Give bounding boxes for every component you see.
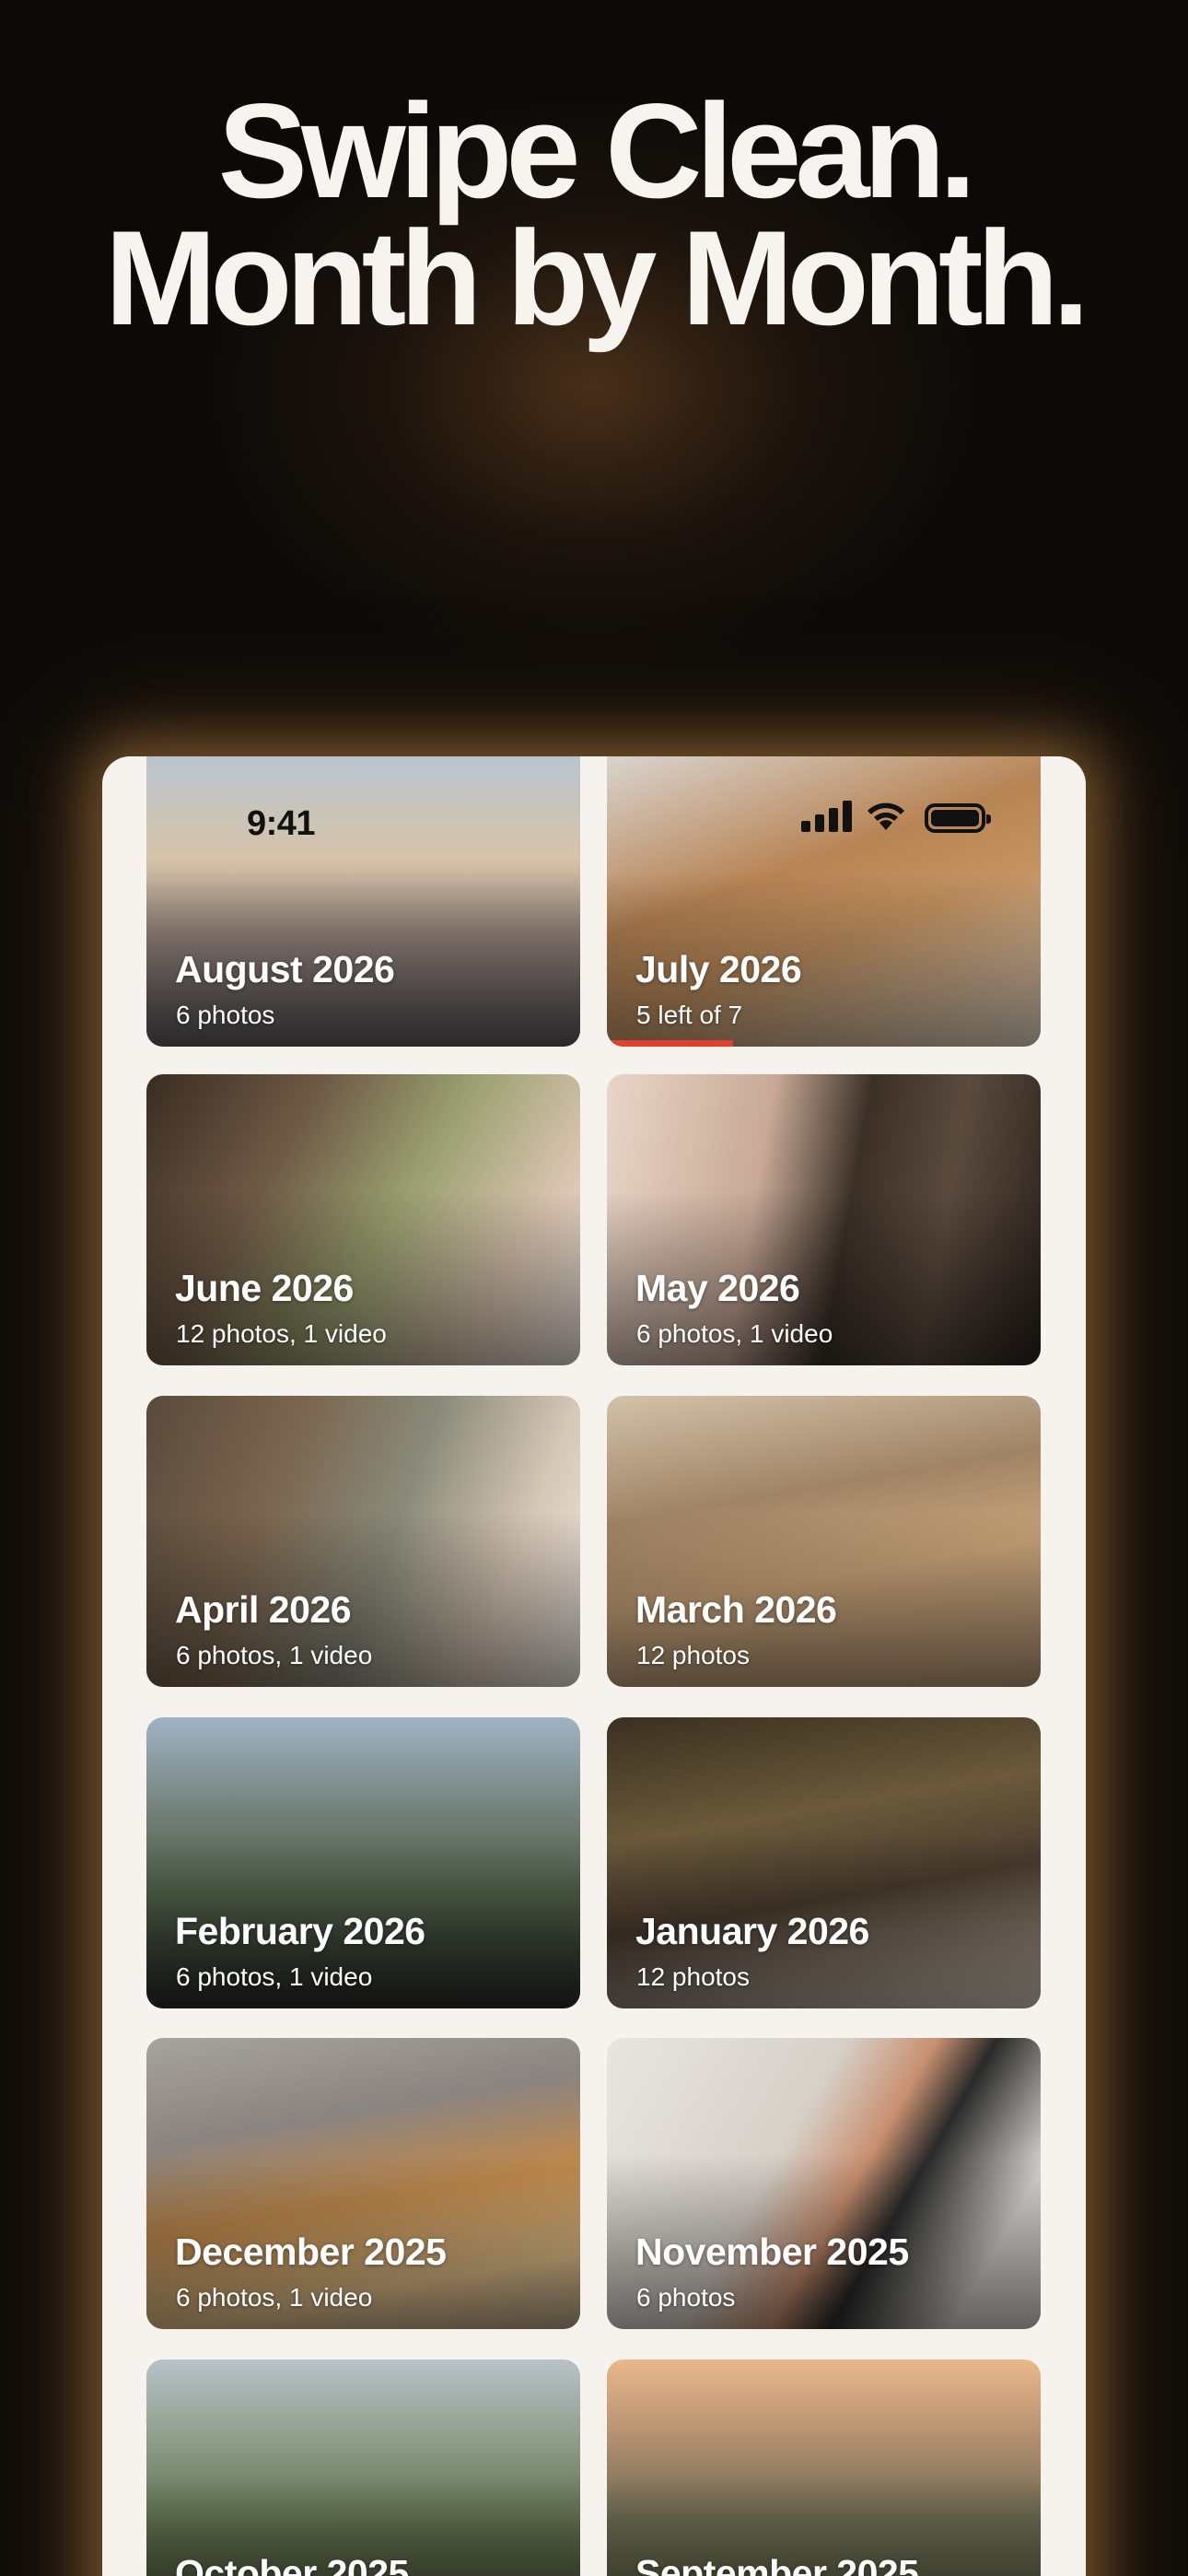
review-progress-bar [607,1040,733,1047]
month-card-july-2026[interactable]: July 2026 5 left of 7 [607,756,1041,1047]
headline-line-2: Month by Month. [104,203,1090,353]
month-card-february-2026[interactable]: February 2026 6 photos, 1 video [146,1717,580,2008]
month-card-january-2026[interactable]: January 2026 12 photos [607,1717,1041,2008]
month-title: February 2026 [175,1910,425,1952]
month-count: 6 photos, 1 video [636,1319,833,1348]
month-title: March 2026 [635,1588,837,1631]
month-count: 12 photos [636,1962,750,1991]
month-title: December 2025 [175,2231,447,2273]
headline-line-1: Swipe Clean. [217,76,977,226]
month-title: October 2025 [175,2552,409,2576]
month-card-june-2026[interactable]: June 2026 12 photos, 1 video [146,1074,580,1365]
month-title: June 2026 [175,1267,354,1309]
month-count: 12 photos [636,1641,750,1669]
month-title: November 2025 [635,2231,909,2273]
month-title: July 2026 [635,948,802,990]
month-card-december-2025[interactable]: December 2025 6 photos, 1 video [146,2038,580,2329]
month-title: September 2025 [635,2552,919,2576]
month-count: 6 photos, 1 video [176,1641,373,1669]
month-count: 12 photos, 1 video [176,1319,387,1348]
month-count: 6 photos [176,1001,275,1029]
month-count: 6 photos [636,2283,736,2312]
month-count: 6 photos, 1 video [176,1962,373,1991]
month-title: April 2026 [175,1588,352,1631]
month-title: August 2026 [175,948,395,990]
month-title: May 2026 [635,1267,800,1309]
month-card-august-2026[interactable]: August 2026 6 photos [146,756,580,1047]
month-card-april-2026[interactable]: April 2026 6 photos, 1 video [146,1396,580,1687]
promo-screen: Swipe Clean. Month by Month. August 2026… [0,0,1188,2576]
month-count: 5 left of 7 [636,1001,743,1029]
month-card-september-2025[interactable]: September 2025 [607,2359,1041,2576]
headline: Swipe Clean. Month by Month. [0,76,1188,353]
month-card-november-2025[interactable]: November 2025 6 photos [607,2038,1041,2329]
month-title: January 2026 [635,1910,869,1952]
month-count: 6 photos, 1 video [176,2283,373,2312]
month-card-may-2026[interactable]: May 2026 6 photos, 1 video [607,1074,1041,1365]
month-card-march-2026[interactable]: March 2026 12 photos [607,1396,1041,1687]
phone-screen: August 2026 6 photos July 2026 5 left of… [102,756,1086,2576]
month-card-october-2025[interactable]: October 2025 [146,2359,580,2576]
